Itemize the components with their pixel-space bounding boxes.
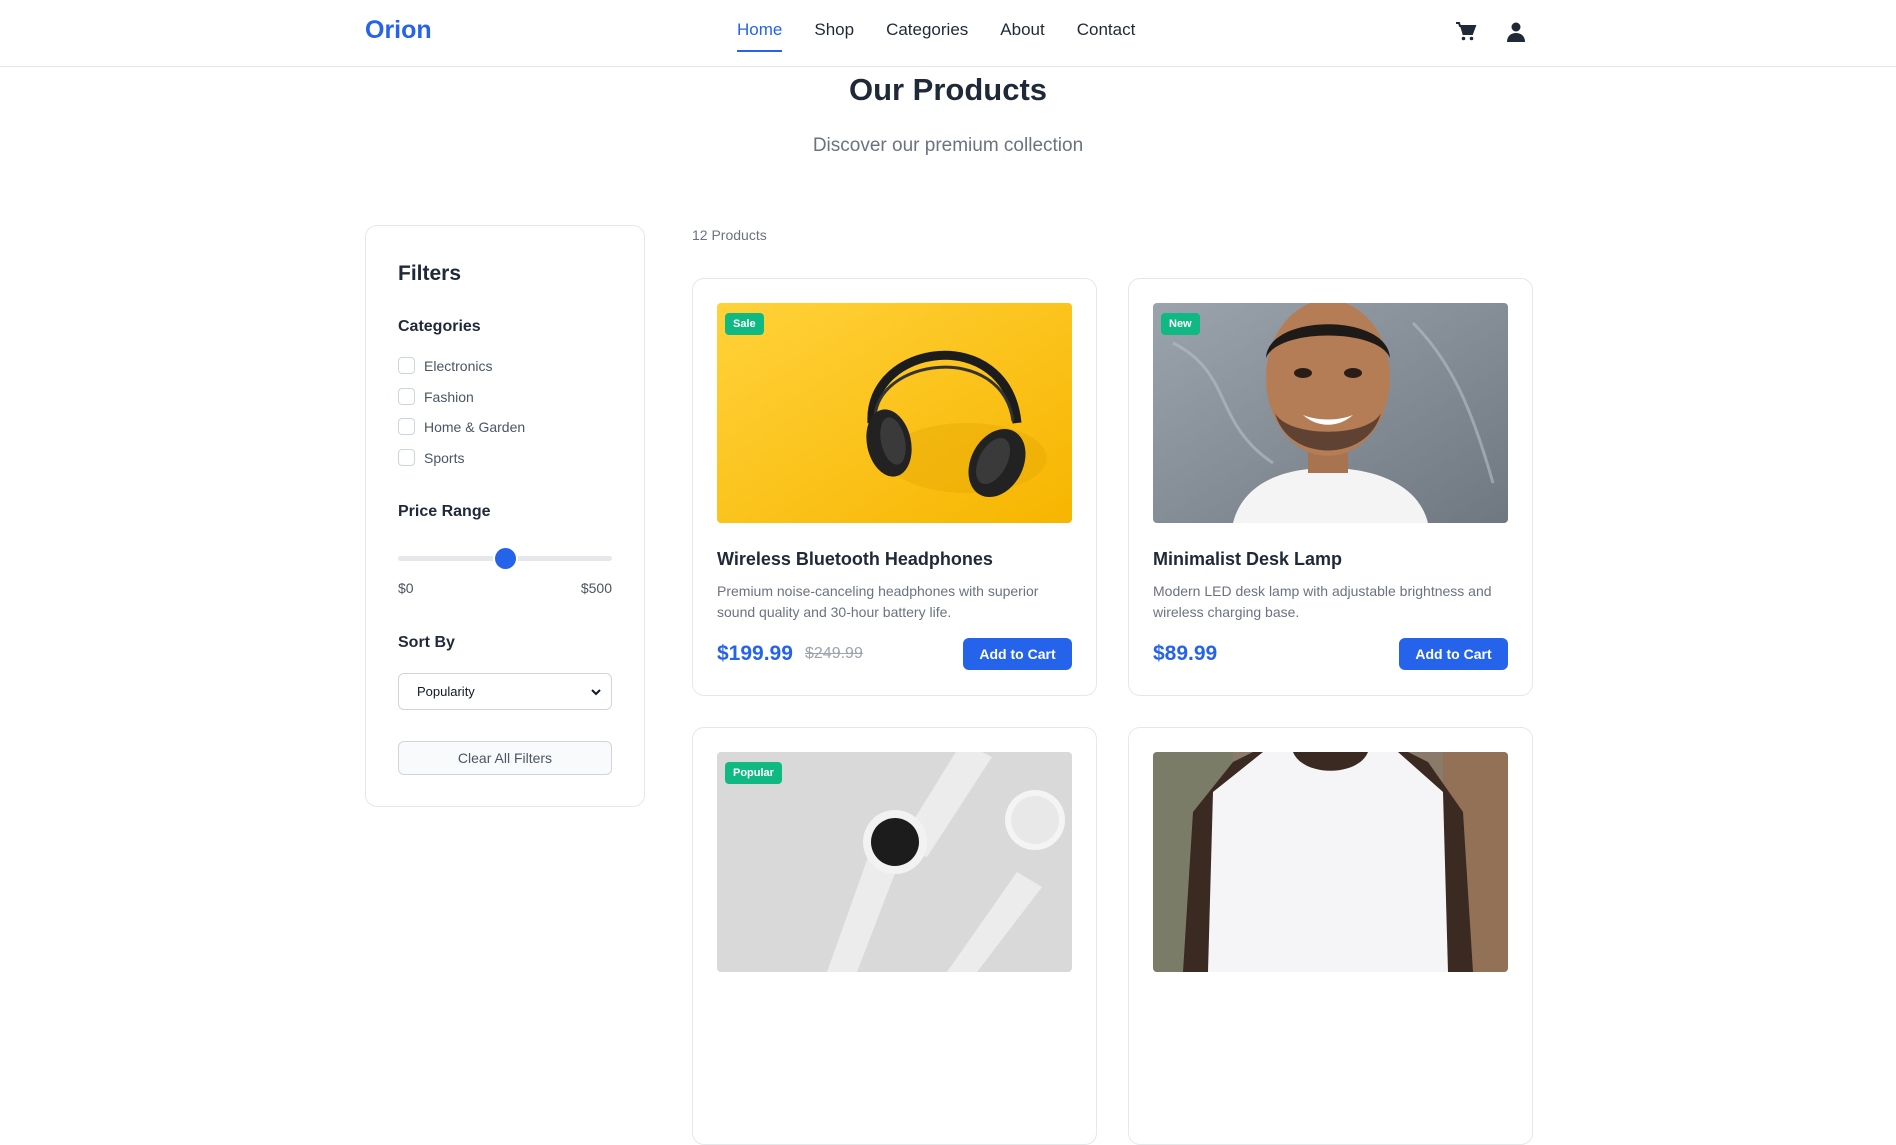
user-icon[interactable] (1504, 20, 1528, 44)
product-card[interactable] (1128, 727, 1533, 1145)
price-range-label: Price Range (398, 503, 491, 520)
product-card[interactable]: New Minimalist Desk Lamp Modern LED desk… (1128, 278, 1533, 696)
product-image[interactable] (1153, 752, 1508, 972)
sort-by-label: Sort By (398, 634, 455, 651)
product-card[interactable]: Popular (692, 727, 1097, 1145)
page-title: Our Products (848, 72, 1048, 107)
chevron-down-icon (591, 684, 601, 699)
slider-thumb[interactable] (495, 548, 516, 569)
filters-title: Filters (398, 262, 462, 285)
page-subtitle: Discover our premium collection (812, 135, 1084, 156)
checkbox-label: Home & Garden (424, 418, 526, 435)
top-navbar: Orion Home Shop Categories About Contact (0, 0, 1896, 67)
product-image[interactable]: Popular (717, 752, 1072, 972)
nav-link-shop[interactable]: Shop (814, 20, 854, 52)
checkbox[interactable] (398, 388, 415, 405)
product-title[interactable]: Minimalist Desk Lamp (1153, 549, 1342, 570)
category-checkbox-sports[interactable]: Sports (398, 449, 464, 466)
nav-link-home[interactable]: Home (737, 20, 783, 52)
add-to-cart-button[interactable]: Add to Cart (1399, 638, 1508, 670)
product-price: $199.99 (717, 642, 793, 665)
clear-filters-button[interactable]: Clear All Filters (398, 741, 612, 775)
product-image[interactable]: New (1153, 303, 1508, 523)
cart-icon[interactable] (1454, 20, 1478, 44)
category-checkbox-home-garden[interactable]: Home & Garden (398, 418, 525, 435)
sort-select[interactable]: Popularity (398, 673, 612, 710)
category-checkbox-electronics[interactable]: Electronics (398, 357, 492, 374)
product-description: Premium noise-canceling headphones with … (717, 583, 1039, 620)
price-max-label: $500 (580, 580, 612, 596)
product-price: $89.99 (1153, 642, 1218, 665)
nav-actions (1454, 20, 1528, 44)
product-card[interactable]: Sale Wireless Bluetooth Headphones Premi… (692, 278, 1097, 696)
brand-logo[interactable]: Orion (365, 16, 432, 45)
sort-selected-value: Popularity (417, 684, 475, 699)
product-image[interactable]: Sale (717, 303, 1072, 523)
filters-panel: Filters Categories Electronics Fashion H… (365, 225, 645, 807)
product-badge: Popular (725, 762, 782, 784)
price-range-slider[interactable] (398, 548, 612, 569)
checkbox-label: Electronics (424, 357, 493, 374)
product-title[interactable]: Wireless Bluetooth Headphones (717, 549, 993, 570)
product-count: 12 Products (692, 227, 767, 243)
nav-link-about[interactable]: About (1000, 20, 1044, 52)
categories-label: Categories (398, 318, 481, 335)
product-description: Modern LED desk lamp with adjustable bri… (1153, 583, 1492, 620)
category-checkbox-fashion[interactable]: Fashion (398, 388, 474, 405)
nav-link-categories[interactable]: Categories (886, 20, 968, 52)
checkbox[interactable] (398, 418, 415, 435)
add-to-cart-button[interactable]: Add to Cart (963, 638, 1072, 670)
product-badge: Sale (725, 313, 764, 335)
checkbox[interactable] (398, 449, 415, 466)
product-badge: New (1161, 313, 1200, 335)
main-nav: Home Shop Categories About Contact (737, 20, 1167, 52)
nav-link-contact[interactable]: Contact (1077, 20, 1136, 52)
checkbox-label: Sports (424, 449, 465, 466)
checkbox-label: Fashion (424, 388, 474, 405)
product-old-price: $249.99 (805, 645, 863, 662)
price-min-label: $0 (398, 580, 414, 596)
checkbox[interactable] (398, 357, 415, 374)
